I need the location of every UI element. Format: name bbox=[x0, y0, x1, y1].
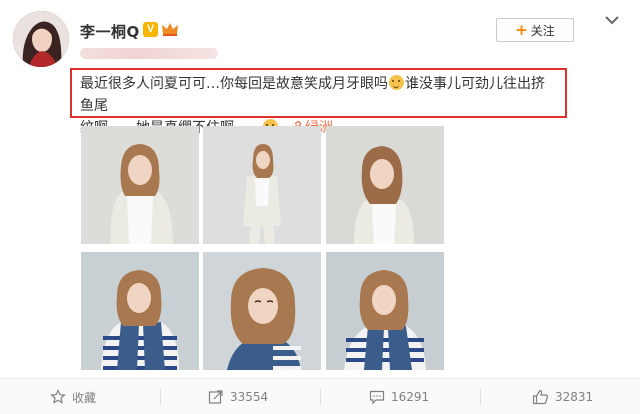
share-icon bbox=[208, 390, 223, 404]
username[interactable]: 李一桐Q bbox=[80, 21, 140, 42]
share-button[interactable]: 33554 bbox=[208, 379, 268, 414]
follow-button-label: 关注 bbox=[530, 23, 555, 38]
comment-icon bbox=[369, 390, 385, 405]
photo-5[interactable] bbox=[203, 252, 321, 370]
toolbar-divider bbox=[160, 389, 161, 405]
post-text: 最近很多人问夏可可…你每回是故意笑成月牙眼吗谁没事儿可劲儿往出挤鱼尾 纹啊……她… bbox=[70, 68, 567, 136]
post-header: 李一桐Q V + 关注 bbox=[0, 0, 640, 70]
comment-button[interactable]: 16291 bbox=[369, 379, 429, 414]
like-count: 32831 bbox=[555, 390, 594, 404]
thumbs-up-icon bbox=[532, 389, 549, 405]
favorite-button[interactable]: 收藏 bbox=[50, 379, 96, 414]
like-button[interactable]: 32831 bbox=[532, 379, 593, 414]
share-count: 33554 bbox=[230, 390, 269, 404]
plus-icon: + bbox=[515, 20, 528, 39]
verified-badge-icon: V bbox=[143, 22, 158, 37]
photo-grid bbox=[81, 126, 444, 370]
photo-1[interactable] bbox=[81, 126, 199, 244]
photo-6[interactable] bbox=[326, 252, 444, 370]
doge-emoji-icon bbox=[389, 75, 404, 90]
photo-4[interactable] bbox=[81, 252, 199, 370]
post-text-line1: 最近很多人问夏可可…你每回是故意笑成月牙眼吗 bbox=[80, 76, 388, 92]
post-meta-blurred bbox=[80, 48, 218, 59]
toolbar-divider bbox=[320, 389, 321, 405]
favorite-label: 收藏 bbox=[72, 390, 97, 405]
photo-2[interactable] bbox=[203, 126, 321, 244]
member-crown-icon bbox=[162, 23, 178, 36]
toolbar-divider bbox=[480, 389, 481, 405]
photo-3[interactable] bbox=[326, 126, 444, 244]
avatar[interactable] bbox=[13, 11, 69, 67]
follow-button[interactable]: + 关注 bbox=[496, 18, 574, 42]
action-toolbar: 收藏 33554 16291 32831 bbox=[0, 378, 640, 414]
star-icon bbox=[50, 389, 66, 404]
chevron-down-icon[interactable] bbox=[604, 14, 620, 26]
comment-count: 16291 bbox=[391, 390, 430, 404]
